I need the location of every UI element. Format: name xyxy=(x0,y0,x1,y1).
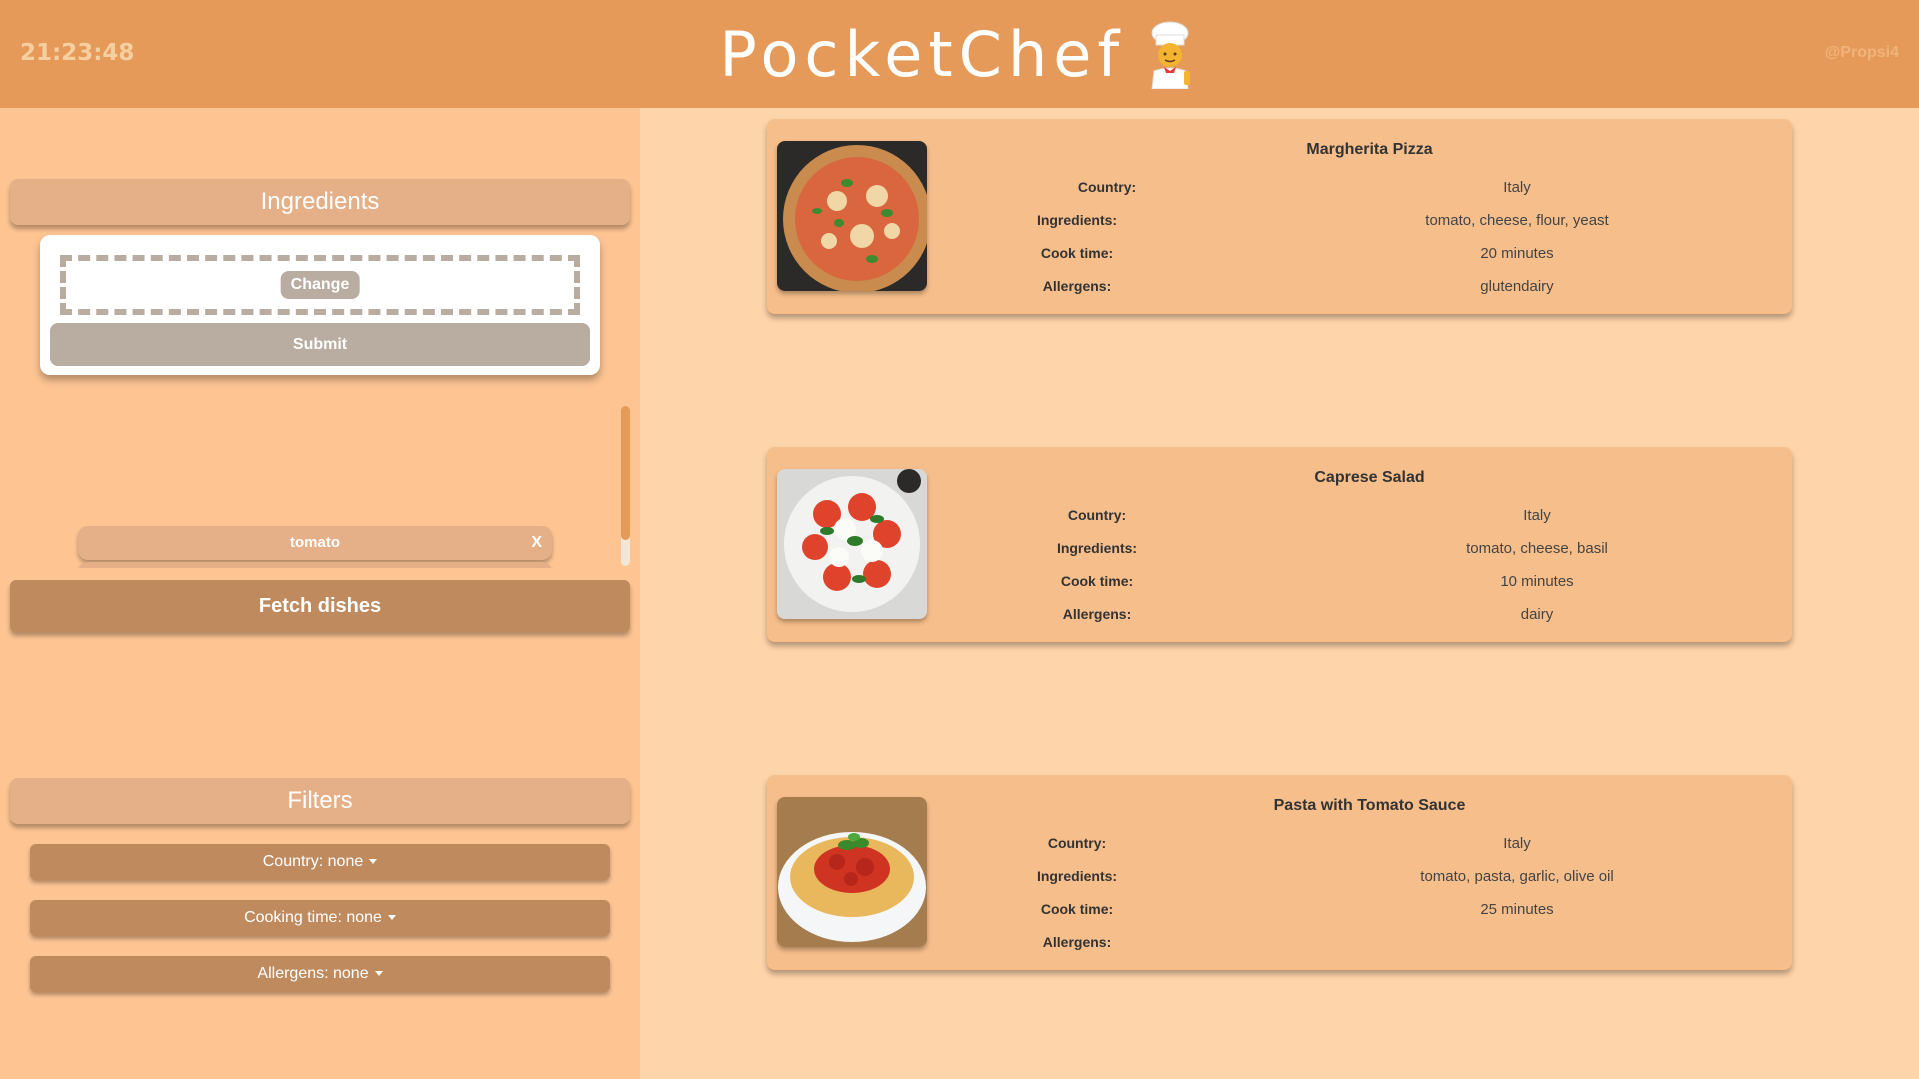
change-button[interactable]: Change xyxy=(280,271,360,299)
allergens-label: Allergens: xyxy=(1062,606,1132,622)
country-value: Italy xyxy=(1523,507,1551,524)
country-value: Italy xyxy=(1503,179,1531,196)
cook-time-value: 25 minutes xyxy=(1480,901,1554,918)
app-title: PocketChef xyxy=(719,18,1126,91)
dish-card: Caprese Salad Country: Italy Ingredients… xyxy=(767,447,1792,642)
country-filter-label: Country: none xyxy=(262,853,364,870)
cooking-time-filter-label: Cooking time: none xyxy=(244,909,382,926)
country-label: Country: xyxy=(1067,507,1127,523)
image-dropzone[interactable]: Change xyxy=(60,255,580,315)
dish-image-pizza xyxy=(777,141,927,291)
ingredients-label: Ingredients: xyxy=(1036,868,1118,884)
allergens-filter-label: Allergens: none xyxy=(257,965,369,982)
brand: PocketChef xyxy=(0,18,1919,91)
ingredients-label: Ingredients: xyxy=(1056,540,1138,556)
country-label: Country: xyxy=(1047,835,1107,851)
dish-title: Pasta with Tomato Sauce xyxy=(1273,797,1466,814)
list-item xyxy=(78,562,552,568)
cook-time-label: Cook time: xyxy=(1040,901,1114,917)
dish-card: Pasta with Tomato Sauce Country: Italy I… xyxy=(767,775,1792,970)
dish-title: Caprese Salad xyxy=(1314,469,1425,486)
dish-card: Margherita Pizza Country: Italy Ingredie… xyxy=(767,119,1792,314)
allergens-label: Allergens: xyxy=(1042,934,1112,950)
chevron-down-icon xyxy=(374,971,383,977)
chevron-down-icon xyxy=(369,859,378,865)
ingredients-value: tomato, cheese, basil xyxy=(1466,540,1608,557)
dish-image-caprese xyxy=(777,469,927,619)
ingredients-value: tomato, pasta, garlic, olive oil xyxy=(1420,868,1614,885)
ingredient-scroll-area xyxy=(0,408,640,568)
allergens-label: Allergens: xyxy=(1042,278,1112,294)
chevron-down-icon xyxy=(387,915,396,921)
country-label: Country: xyxy=(1077,179,1137,195)
cooking-time-filter-dropdown[interactable]: Cooking time: none xyxy=(30,900,610,936)
cook-time-value: 20 minutes xyxy=(1480,245,1554,262)
cook-time-label: Cook time: xyxy=(1060,573,1134,589)
ingredients-value: tomato, cheese, flour, yeast xyxy=(1425,212,1609,229)
dish-title: Margherita Pizza xyxy=(1306,141,1433,158)
allergens-filter-dropdown[interactable]: Allergens: none xyxy=(30,956,610,992)
country-filter-dropdown[interactable]: Country: none xyxy=(30,844,610,880)
filters-title: Filters xyxy=(10,778,630,824)
chef-icon xyxy=(1140,21,1200,89)
allergens-value: glutendairy xyxy=(1480,278,1554,295)
sidebar: Ingredients Change Submit tomato X pasta… xyxy=(0,108,640,1079)
app-header: 21:23:48 PocketChef @Propsi4 xyxy=(0,0,1919,108)
country-value: Italy xyxy=(1503,835,1531,852)
upload-card: Change Submit xyxy=(40,235,600,375)
cook-time-value: 10 minutes xyxy=(1500,573,1574,590)
author-handle: @Propsi4 xyxy=(1824,44,1899,61)
cook-time-label: Cook time: xyxy=(1040,245,1114,261)
ingredient-scrollbar[interactable] xyxy=(621,406,630,566)
scrollbar-thumb[interactable] xyxy=(621,406,630,540)
dish-image-pasta xyxy=(777,797,927,947)
fetch-dishes-button[interactable]: Fetch dishes xyxy=(10,580,630,632)
ingredients-label: Ingredients: xyxy=(1036,212,1118,228)
submit-button[interactable]: Submit xyxy=(50,323,590,366)
ingredients-title: Ingredients xyxy=(10,179,630,225)
allergens-value: dairy xyxy=(1520,606,1554,623)
